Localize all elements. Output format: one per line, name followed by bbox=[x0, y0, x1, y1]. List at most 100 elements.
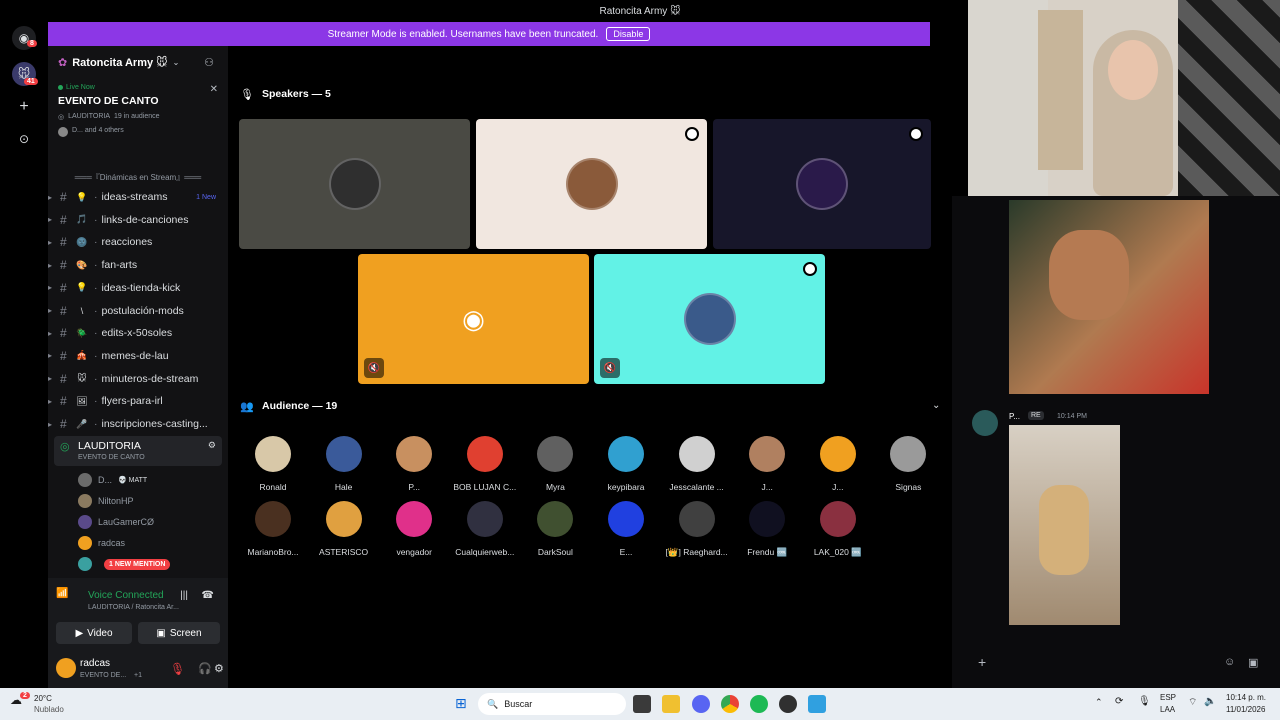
add-server-icon[interactable]: + bbox=[12, 95, 36, 119]
audience-member[interactable]: Hale bbox=[309, 436, 379, 492]
disconnect-icon[interactable]: ☎ bbox=[202, 590, 214, 601]
channel-item[interactable]: ▸ # 🎨 · fan-arts bbox=[48, 254, 228, 276]
file-explorer-icon[interactable] bbox=[662, 695, 680, 713]
avatar bbox=[466, 436, 503, 472]
audience-member[interactable]: vengador bbox=[379, 501, 449, 557]
channel-emoji: 🎨 bbox=[76, 259, 88, 270]
discord-icon[interactable] bbox=[692, 695, 710, 713]
chevron-down-icon[interactable]: ⌄ bbox=[932, 400, 940, 411]
new-badge: 1 New bbox=[196, 193, 216, 201]
voice-user[interactable]: LauGamerCØ bbox=[78, 512, 160, 532]
clock-time[interactable]: 10:14 p. m. bbox=[1226, 693, 1266, 702]
audience-member[interactable]: Signas bbox=[873, 436, 943, 492]
audience-member[interactable]: Cualquierweb... bbox=[450, 501, 520, 557]
channel-emoji: 🐭 bbox=[77, 373, 87, 384]
chevron-up-icon[interactable]: ⌃ bbox=[1095, 697, 1103, 708]
voice-user[interactable]: NiltonHP bbox=[78, 491, 140, 511]
avatar bbox=[749, 501, 786, 537]
channel-item[interactable]: ▸ # 🐭 · minuteros-de-stream bbox=[48, 368, 228, 390]
chat-image[interactable] bbox=[1009, 425, 1120, 625]
video-button[interactable]: ▶ Video bbox=[56, 622, 132, 644]
audience-member[interactable]: J... bbox=[803, 436, 873, 492]
audience-member[interactable]: ASTERISCO bbox=[309, 501, 379, 557]
notepad-icon[interactable] bbox=[808, 695, 826, 713]
audience-name: J... bbox=[761, 482, 773, 492]
voice-user[interactable]: radcas bbox=[78, 533, 131, 553]
audience-member[interactable]: MarianoBro... bbox=[238, 501, 308, 557]
lang-1[interactable]: ESP bbox=[1160, 693, 1176, 702]
speaker-tile[interactable]: ◉ 🔇 bbox=[358, 254, 589, 384]
channel-item[interactable]: ▸ # 🌚 · reacciones bbox=[48, 231, 228, 253]
audience-member[interactable]: DarkSoul bbox=[520, 501, 590, 557]
channel-item[interactable]: ▸ # 🎵 · links-de-canciones bbox=[48, 209, 228, 231]
chrome-icon[interactable] bbox=[721, 695, 739, 713]
webcam-overlay bbox=[968, 0, 1280, 196]
audience-member[interactable]: Ronald bbox=[238, 436, 308, 492]
emoji-icon[interactable]: ☺ bbox=[1224, 656, 1235, 668]
image-icon[interactable]: ▣ bbox=[1248, 656, 1258, 669]
audience-name: keypibara bbox=[607, 482, 645, 492]
speaker-tile[interactable] bbox=[713, 119, 931, 249]
voice-user[interactable]: D... 💀 MATT bbox=[78, 470, 147, 490]
audience-member[interactable]: P... bbox=[379, 436, 449, 492]
server-header[interactable]: ✿ Ratoncita Army 🐭 ⌄ ⚇ bbox=[48, 46, 228, 78]
audience-name: Myra bbox=[545, 482, 565, 492]
audience-member[interactable]: E... bbox=[591, 501, 661, 557]
network-icon[interactable]: ⟳ bbox=[1115, 696, 1123, 707]
channel-item[interactable]: ▸ # 🖼 · flyers-para-irl bbox=[48, 390, 228, 412]
settings-icon[interactable]: ⚙ bbox=[208, 440, 216, 451]
avatar[interactable] bbox=[56, 658, 76, 678]
channel-item[interactable]: ▸ # \ · postulación-mods bbox=[48, 300, 228, 322]
search-input[interactable]: 🔍 Buscar bbox=[478, 693, 626, 715]
headphones-icon[interactable]: 🎧 bbox=[198, 662, 212, 675]
audience-member[interactable]: BOB LUJAN C... bbox=[450, 436, 520, 492]
mic-muted-icon[interactable]: 🎙 bbox=[170, 662, 185, 676]
obs-icon[interactable] bbox=[779, 695, 797, 713]
hash-icon: # bbox=[60, 371, 67, 386]
audience-member[interactable]: Frendu 🆒 bbox=[732, 501, 802, 558]
audience-member[interactable]: keypibara bbox=[591, 436, 661, 492]
audience-icon: 👥 bbox=[240, 401, 254, 413]
speaker-tile[interactable] bbox=[239, 119, 470, 249]
voice-user[interactable]: 1 NEW MENTION bbox=[78, 554, 171, 574]
voice-channel: LAUDITORIA / Ratoncita Ar... bbox=[88, 604, 179, 611]
mic-icon[interactable]: 🎙 bbox=[1138, 696, 1151, 707]
audience-member[interactable]: Myra bbox=[520, 436, 590, 492]
lang-2[interactable]: LAA bbox=[1160, 705, 1175, 714]
live-now-card[interactable]: Live Now EVENTO DE CANTO ◎ LAUDITORIA 19 i… bbox=[58, 84, 218, 146]
audience-member[interactable]: J... bbox=[732, 436, 802, 492]
speaker-tile[interactable] bbox=[476, 119, 707, 249]
audience-member[interactable]: Jesscalante ... bbox=[662, 436, 732, 492]
meme-image[interactable] bbox=[1009, 200, 1209, 394]
avatar bbox=[608, 436, 644, 472]
chat-author[interactable]: P... bbox=[1009, 412, 1020, 421]
speaker-tile[interactable]: 🔇 bbox=[594, 254, 825, 384]
channel-emoji: 🎵 bbox=[76, 214, 88, 225]
add-attachment-icon[interactable]: + bbox=[978, 654, 986, 670]
channel-item[interactable]: ▸ # 💡 · ideas-streams 1 New bbox=[48, 186, 228, 208]
stage-channel[interactable]: ◎ LAUDITORIA EVENTO DE CANTO ⚙ bbox=[54, 436, 222, 466]
clock-date[interactable]: 11/01/2026 bbox=[1226, 705, 1265, 714]
noise-icon[interactable]: ||| bbox=[180, 590, 188, 601]
settings-icon[interactable]: ⚙ bbox=[214, 662, 224, 675]
avatar[interactable] bbox=[972, 410, 998, 436]
wifi-icon[interactable]: ⌔ bbox=[1188, 696, 1197, 709]
disable-button[interactable]: Disable bbox=[606, 27, 651, 41]
screen-button[interactable]: ▣ Screen bbox=[138, 622, 220, 644]
explore-icon[interactable]: ⊙ bbox=[12, 127, 36, 151]
audience-name: DarkSoul bbox=[537, 547, 573, 557]
spotify-icon[interactable] bbox=[750, 695, 768, 713]
channel-item[interactable]: ▸ # 🎪 · memes-de-lau bbox=[48, 345, 228, 367]
windows-start-icon[interactable]: ⊞ bbox=[455, 695, 467, 712]
close-icon[interactable]: ✕ bbox=[210, 84, 218, 95]
channel-item[interactable]: ▸ # 💡 · ideas-tienda-kick bbox=[48, 277, 228, 299]
category-label[interactable]: ═══『Dinámicas en Stream』═══ bbox=[58, 172, 218, 183]
audience-member[interactable]: [👑] Raeghard... bbox=[662, 501, 732, 558]
channel-item[interactable]: ▸ # 🪲 · edits-x-50soles bbox=[48, 322, 228, 344]
volume-icon[interactable]: 🔈 bbox=[1204, 696, 1216, 707]
invite-icon[interactable]: ⚇ bbox=[204, 56, 214, 69]
audience-member[interactable]: LAK_020 🆒 bbox=[803, 501, 873, 558]
task-view-icon[interactable] bbox=[633, 695, 651, 713]
speaker-avatar bbox=[683, 293, 736, 345]
channel-item[interactable]: ▸ # 🎤 · inscripciones-casting... bbox=[48, 413, 228, 435]
